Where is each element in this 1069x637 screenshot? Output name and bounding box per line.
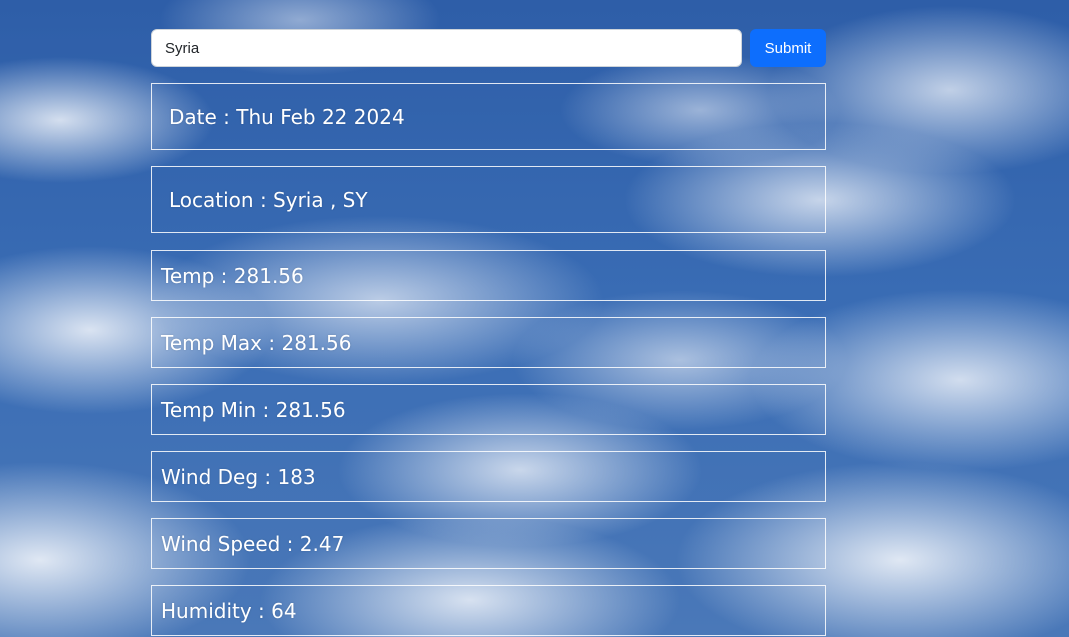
- location-card: Location : Syria , SY: [151, 166, 826, 233]
- weather-panel: Submit Date : Thu Feb 22 2024 Location :…: [151, 29, 826, 636]
- date-value: Thu Feb 22 2024: [236, 104, 405, 129]
- stat-card-wind-speed: Wind Speed : 2.47: [151, 518, 826, 569]
- location-value: Syria , SY: [273, 187, 368, 212]
- stat-card-humidity: Humidity : 64: [151, 585, 826, 636]
- stat-label: Wind Speed: [161, 531, 281, 556]
- stat-card-temp: Temp : 281.56: [151, 250, 826, 301]
- stat-card-temp-min: Temp Min : 281.56: [151, 384, 826, 435]
- city-search-input[interactable]: [151, 29, 742, 67]
- stat-label: Temp Max: [161, 330, 263, 355]
- stat-value: 281.56: [281, 330, 352, 355]
- submit-button[interactable]: Submit: [750, 29, 826, 67]
- stat-card-wind-deg: Wind Deg : 183: [151, 451, 826, 502]
- stat-value: 2.47: [299, 531, 345, 556]
- stat-label: Humidity: [161, 598, 252, 623]
- stat-value: 281.56: [275, 397, 346, 422]
- date-card: Date : Thu Feb 22 2024: [151, 83, 826, 150]
- stat-value: 281.56: [233, 263, 304, 288]
- stat-value: 64: [271, 598, 297, 623]
- stat-card-temp-max: Temp Max : 281.56: [151, 317, 826, 368]
- stat-label: Temp: [161, 263, 215, 288]
- stat-label: Temp Min: [161, 397, 257, 422]
- location-label: Location: [169, 187, 254, 212]
- stat-label: Wind Deg: [161, 464, 259, 489]
- search-bar: Submit: [151, 29, 826, 67]
- stat-value: 183: [277, 464, 316, 489]
- date-label: Date: [169, 104, 217, 129]
